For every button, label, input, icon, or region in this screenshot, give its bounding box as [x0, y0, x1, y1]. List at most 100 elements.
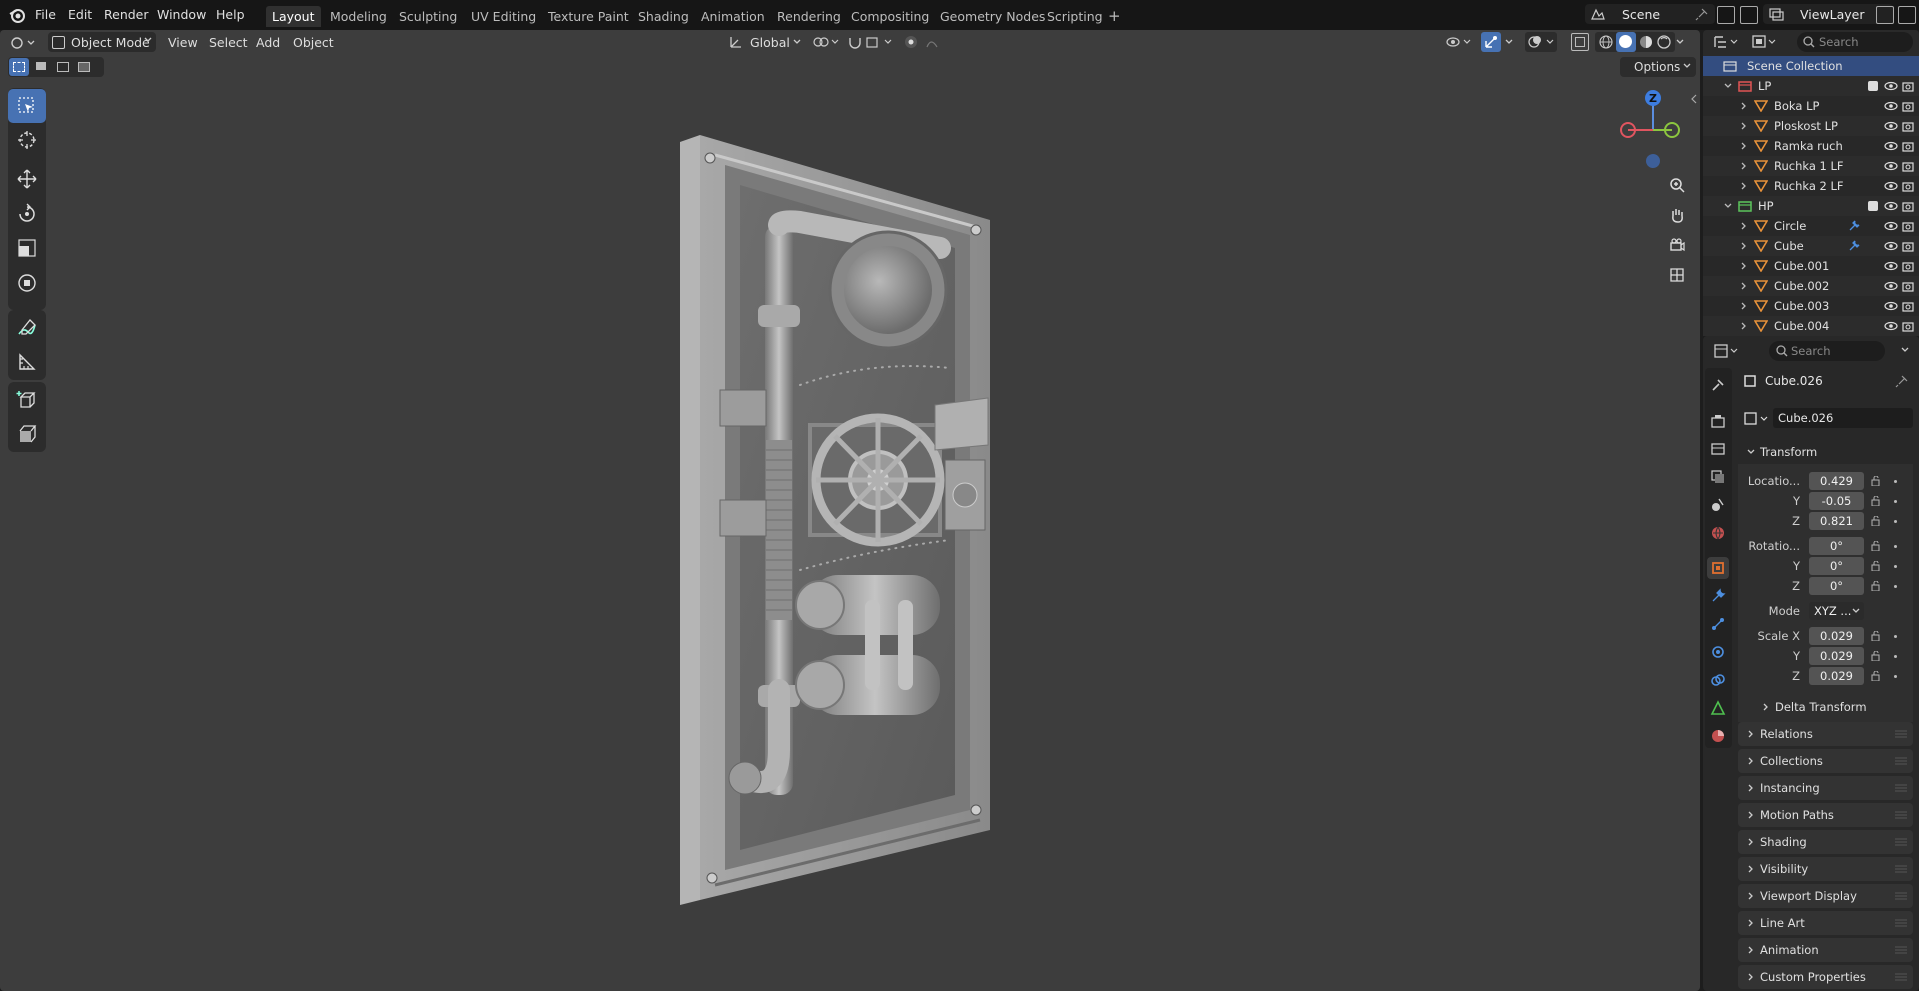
- pan-hand-icon[interactable]: [1664, 202, 1690, 228]
- chevron-right-icon[interactable]: [1739, 261, 1749, 271]
- transform-tool[interactable]: [8, 266, 46, 300]
- add-cube-tool[interactable]: [8, 383, 46, 417]
- keyframe-dot-icon[interactable]: [1894, 520, 1897, 523]
- blender-logo-icon[interactable]: [8, 6, 26, 24]
- menu-add[interactable]: Add: [256, 34, 280, 52]
- panel-header[interactable]: Custom Properties: [1738, 965, 1913, 989]
- rotation-x-field[interactable]: 0°: [1809, 537, 1864, 555]
- menu-file[interactable]: File: [35, 6, 56, 24]
- add-workspace-icon[interactable]: +: [1108, 8, 1121, 24]
- outliner-row[interactable]: Ruchka 1 LF: [1703, 156, 1919, 176]
- tab-geometry-nodes[interactable]: Geometry Nodes: [934, 6, 1051, 27]
- chevron-right-icon[interactable]: [1739, 241, 1749, 251]
- pin-icon[interactable]: [1695, 7, 1709, 21]
- keyframe-dot-icon[interactable]: [1894, 565, 1897, 568]
- camera-icon[interactable]: [1902, 260, 1914, 272]
- navigation-gizmo[interactable]: Z: [1613, 85, 1693, 175]
- render-tab-icon[interactable]: [1707, 410, 1729, 432]
- rotation-z-field[interactable]: 0°: [1809, 577, 1864, 595]
- solid-shading-icon[interactable]: [1616, 32, 1636, 52]
- lock-icon[interactable]: [1871, 561, 1883, 571]
- zoom-icon[interactable]: [1664, 172, 1690, 198]
- panel-header[interactable]: Collections: [1738, 749, 1913, 773]
- collection-checkbox-icon[interactable]: [1868, 201, 1878, 211]
- outliner-row[interactable]: HP: [1703, 196, 1919, 216]
- scene-name[interactable]: Scene: [1622, 6, 1660, 24]
- select-invert-icon[interactable]: [74, 58, 94, 76]
- panel-header[interactable]: Instancing: [1738, 776, 1913, 800]
- camera-icon[interactable]: [1902, 320, 1914, 332]
- keyframe-dot-icon[interactable]: [1894, 635, 1897, 638]
- object-tab-icon[interactable]: [1707, 557, 1729, 579]
- outliner-editor-type-icon[interactable]: [1712, 33, 1740, 51]
- properties-editor-type-icon[interactable]: [1712, 342, 1740, 360]
- camera-icon[interactable]: [1902, 200, 1914, 212]
- remove-scene-icon[interactable]: [1740, 6, 1758, 24]
- scale-x-field[interactable]: 0.029: [1809, 627, 1864, 645]
- keyframe-dot-icon[interactable]: [1894, 480, 1897, 483]
- outliner-row[interactable]: Circle: [1703, 216, 1919, 236]
- view-layer-tab-icon[interactable]: [1707, 466, 1729, 488]
- chevron-right-icon[interactable]: [1739, 121, 1749, 131]
- scale-tool[interactable]: [8, 231, 46, 265]
- eye-icon[interactable]: [1884, 321, 1898, 331]
- eye-icon[interactable]: [1884, 261, 1898, 271]
- select-new-icon[interactable]: [9, 58, 29, 76]
- eye-icon[interactable]: [1884, 301, 1898, 311]
- drag-handle-icon[interactable]: [1895, 865, 1907, 873]
- select-extend-icon[interactable]: [32, 58, 52, 76]
- tool-tab-icon[interactable]: [1707, 374, 1729, 396]
- eye-icon[interactable]: [1884, 281, 1898, 291]
- tab-scripting[interactable]: Scripting: [1041, 6, 1109, 27]
- tab-compositing[interactable]: Compositing: [845, 6, 935, 27]
- lock-icon[interactable]: [1871, 476, 1883, 486]
- location-x-field[interactable]: 0.429: [1809, 472, 1864, 490]
- lock-icon[interactable]: [1871, 671, 1883, 681]
- chevron-right-icon[interactable]: [1739, 161, 1749, 171]
- proportional-edit-icon[interactable]: [903, 34, 943, 50]
- panel-header[interactable]: Relations: [1738, 722, 1913, 746]
- drag-handle-icon[interactable]: [1895, 919, 1907, 927]
- pin-icon[interactable]: [1895, 374, 1909, 388]
- overlays-icon[interactable]: [1525, 32, 1557, 52]
- lock-icon[interactable]: [1871, 631, 1883, 641]
- panel-header[interactable]: Line Art: [1738, 911, 1913, 935]
- outliner-row[interactable]: Boka LP: [1703, 96, 1919, 116]
- pivot-point-icon[interactable]: [812, 34, 840, 50]
- move-tool[interactable]: [8, 162, 46, 196]
- keyframe-dot-icon[interactable]: [1894, 545, 1897, 548]
- tab-shading[interactable]: Shading: [632, 6, 695, 27]
- scene-tab-icon[interactable]: [1707, 494, 1729, 516]
- rotation-y-field[interactable]: 0°: [1809, 557, 1864, 575]
- delta-transform-subpanel[interactable]: Delta Transform: [1761, 698, 1911, 716]
- select-box-tool[interactable]: [8, 89, 46, 123]
- eye-icon[interactable]: [1884, 81, 1898, 91]
- gizmo-toggle-icon[interactable]: [1481, 32, 1501, 52]
- chevron-right-icon[interactable]: [1739, 141, 1749, 151]
- display-mode-icon[interactable]: [1750, 33, 1778, 51]
- camera-icon[interactable]: [1902, 120, 1914, 132]
- keyframe-dot-icon[interactable]: [1894, 655, 1897, 658]
- remove-view-layer-icon[interactable]: [1898, 6, 1916, 24]
- rendered-shading-icon[interactable]: [1656, 34, 1672, 50]
- output-tab-icon[interactable]: [1707, 438, 1729, 460]
- camera-icon[interactable]: [1902, 220, 1914, 232]
- camera-icon[interactable]: [1902, 180, 1914, 192]
- outliner-row[interactable]: LP: [1703, 76, 1919, 96]
- object-name-field-value[interactable]: Cube.026: [1778, 410, 1833, 426]
- transform-panel-header[interactable]: Transform: [1738, 440, 1913, 464]
- scale-y-field[interactable]: 0.029: [1809, 647, 1864, 665]
- chevron-down-icon[interactable]: [1723, 81, 1733, 91]
- outliner-row[interactable]: Ramka ruch: [1703, 136, 1919, 156]
- wireframe-shading-icon[interactable]: [1598, 34, 1614, 50]
- drag-handle-icon[interactable]: [1895, 757, 1907, 765]
- panel-header[interactable]: Shading: [1738, 830, 1913, 854]
- lock-icon[interactable]: [1871, 496, 1883, 506]
- chevron-down-icon[interactable]: [1675, 37, 1685, 47]
- menu-object[interactable]: Object: [293, 34, 334, 52]
- eye-icon[interactable]: [1884, 161, 1898, 171]
- constraints-tab-icon[interactable]: [1707, 669, 1729, 691]
- drag-handle-icon[interactable]: [1895, 892, 1907, 900]
- menu-window[interactable]: Window: [157, 6, 206, 24]
- keyframe-dot-icon[interactable]: [1894, 585, 1897, 588]
